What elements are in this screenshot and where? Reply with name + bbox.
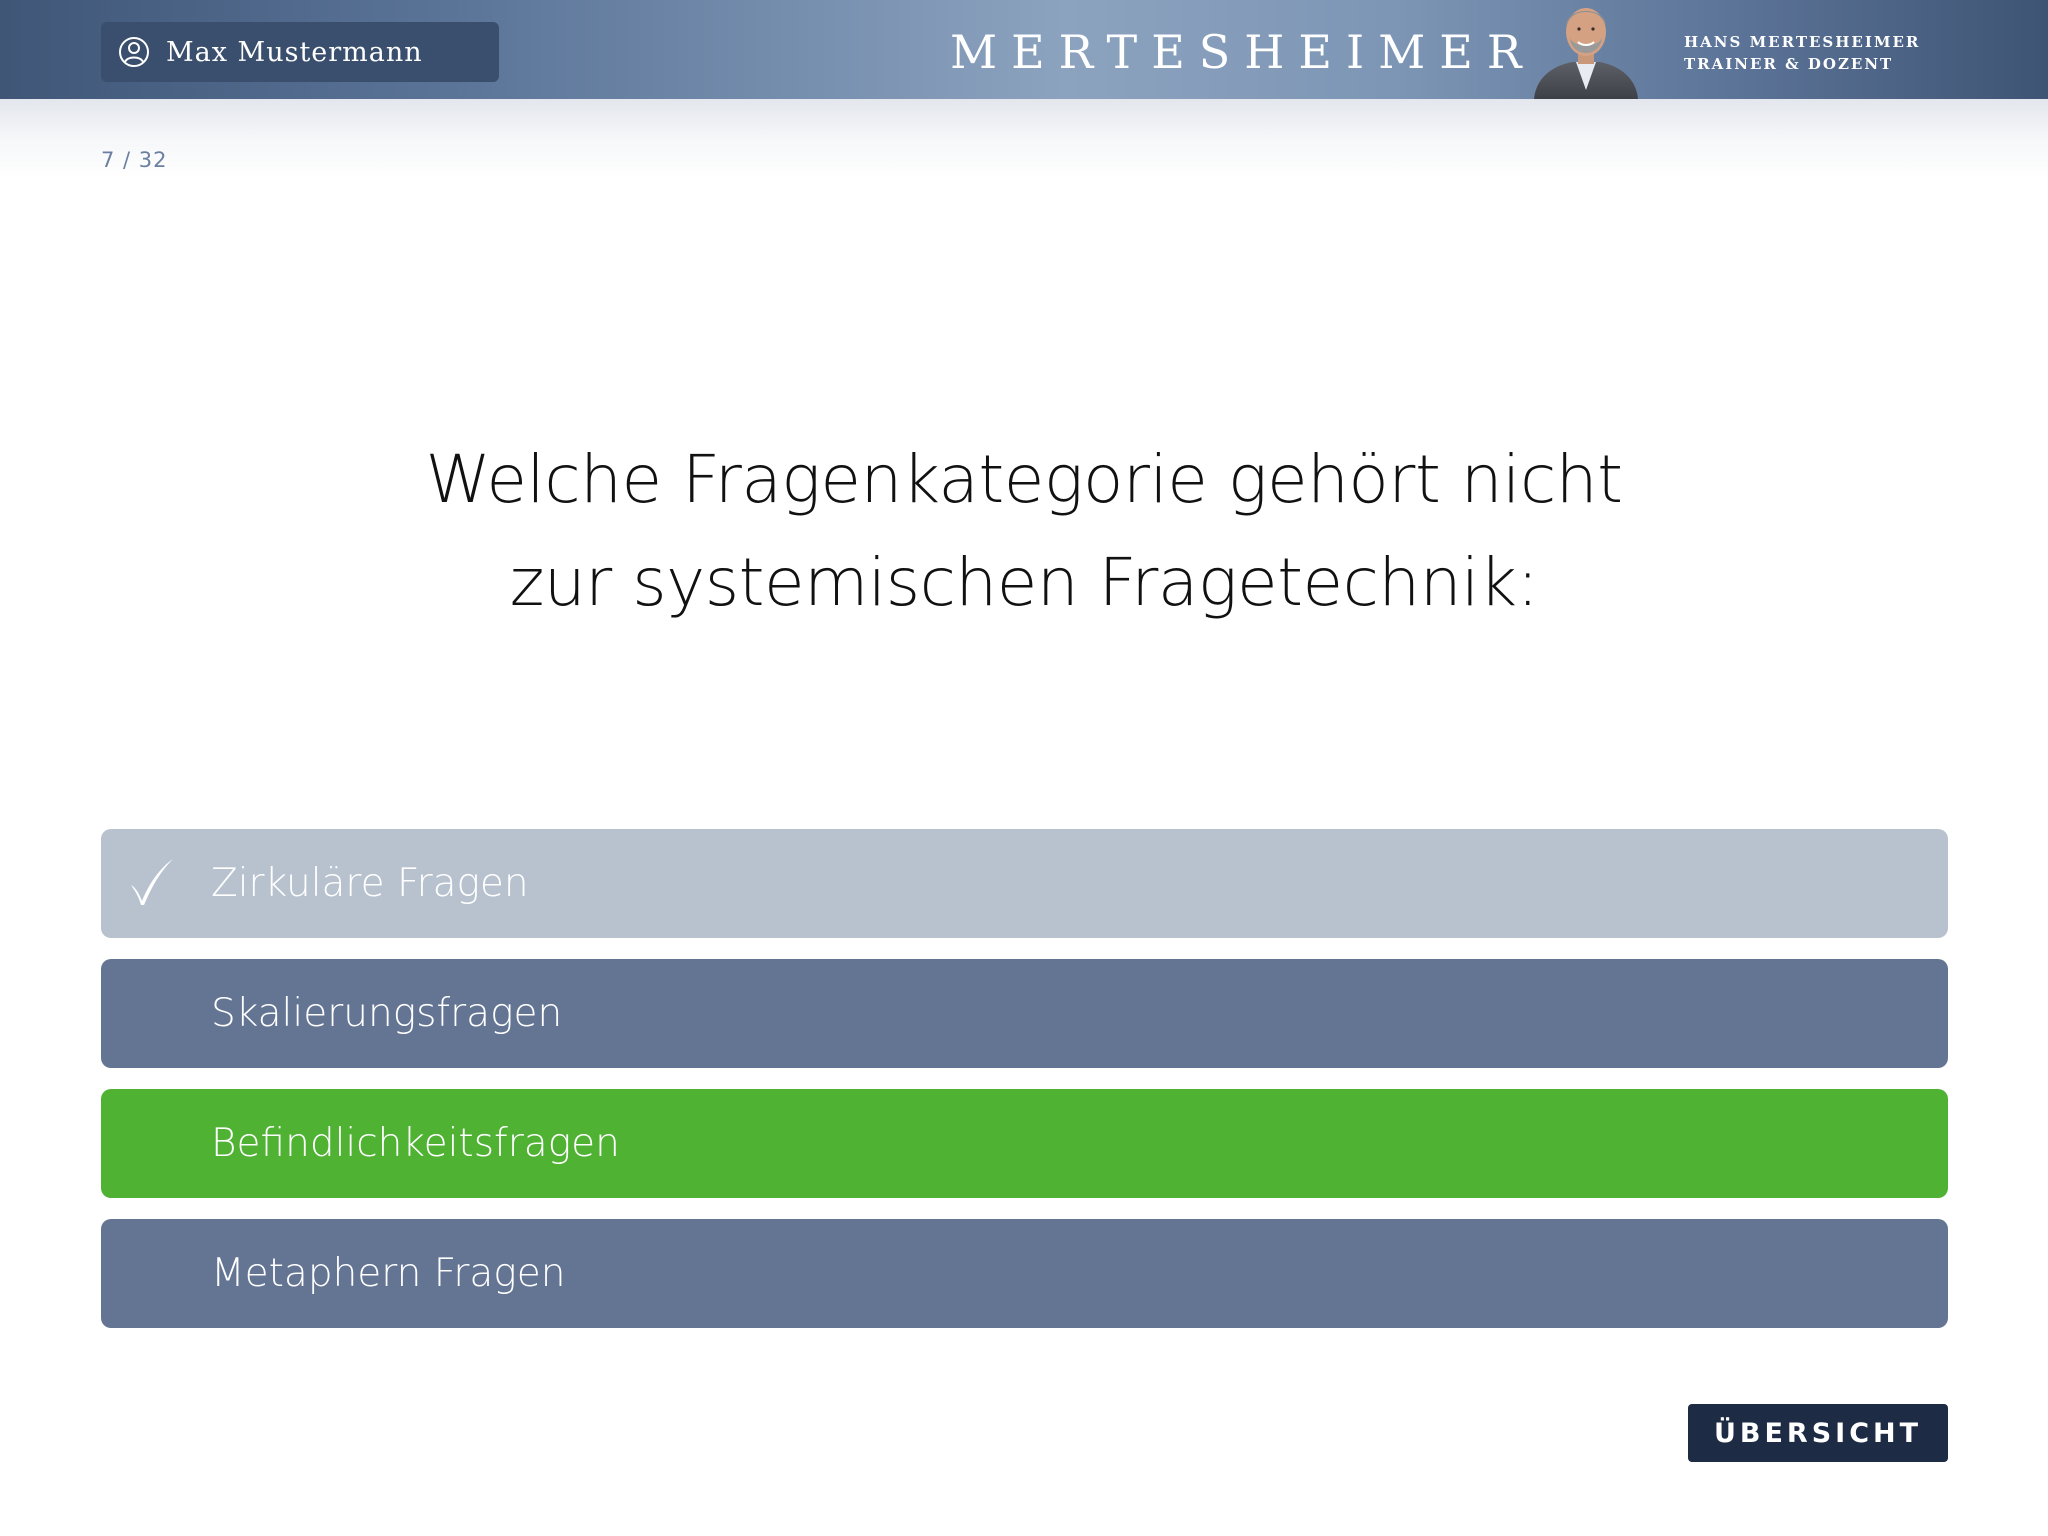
trainer-info: HANS MERTESHEIMER TRAINER & DOZENT bbox=[1684, 31, 1920, 75]
header-bar: Max Mustermann MERTESHEIMER HANS MERTESH… bbox=[0, 0, 2048, 99]
checkmark-icon bbox=[131, 859, 173, 905]
brand-logo: MERTESHEIMER bbox=[950, 25, 1536, 79]
answer-label: Zirkuläre Fragen bbox=[211, 861, 529, 906]
trainer-name: HANS MERTESHEIMER bbox=[1684, 33, 1921, 51]
question-line-1: Welche Fragenkategorie gehört nicht bbox=[425, 441, 1623, 518]
question-progress: 7 / 32 bbox=[101, 148, 168, 172]
user-circle-icon bbox=[119, 37, 149, 67]
answer-list: Zirkuläre Fragen Skalierungsfragen Befin… bbox=[101, 829, 1948, 1349]
answer-label: Skalierungsfragen bbox=[211, 991, 563, 1036]
answer-option-2[interactable]: Skalierungsfragen bbox=[101, 959, 1948, 1068]
user-account-button[interactable]: Max Mustermann bbox=[101, 22, 499, 82]
answer-label: Befindlichkeitsfragen bbox=[211, 1121, 620, 1166]
answer-option-1[interactable]: Zirkuläre Fragen bbox=[101, 829, 1948, 938]
header-fade bbox=[0, 99, 2048, 179]
question-text: Welche Fragenkategorie gehört nicht zur … bbox=[224, 428, 1824, 634]
question-line-2: zur systemischen Fragetechnik: bbox=[509, 544, 1539, 621]
answer-option-3[interactable]: Befindlichkeitsfragen bbox=[101, 1089, 1948, 1198]
user-name: Max Mustermann bbox=[166, 36, 423, 68]
answer-option-4[interactable]: Metaphern Fragen bbox=[101, 1219, 1948, 1328]
trainer-role: TRAINER & DOZENT bbox=[1684, 55, 1894, 73]
trainer-portrait bbox=[1534, 8, 1638, 99]
answer-label: Metaphern Fragen bbox=[211, 1251, 566, 1296]
overview-button[interactable]: ÜBERSICHT bbox=[1688, 1404, 1948, 1462]
